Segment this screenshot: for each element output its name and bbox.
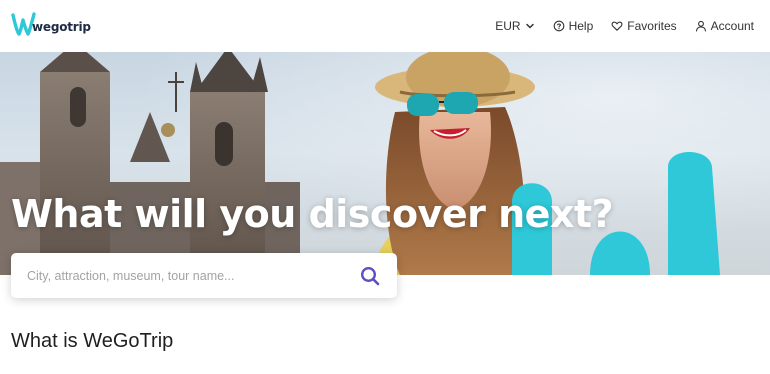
favorites-label: Favorites bbox=[627, 19, 677, 33]
search-box bbox=[11, 253, 397, 298]
header-nav: EUR Help Favorites Account bbox=[495, 0, 754, 52]
help-label: Help bbox=[568, 19, 594, 33]
site-header: wegotrip EUR Help Favorites Account bbox=[0, 0, 770, 52]
wegotrip-logo[interactable]: wegotrip bbox=[10, 10, 91, 40]
search-icon[interactable] bbox=[359, 265, 381, 287]
user-icon bbox=[695, 20, 706, 32]
account-link[interactable]: Account bbox=[695, 19, 754, 33]
currency-label: EUR bbox=[495, 19, 521, 33]
account-label: Account bbox=[710, 19, 754, 33]
logo-text: wegotrip bbox=[32, 20, 91, 34]
church-towers bbox=[0, 52, 300, 275]
hero-title: What will you discover next? bbox=[11, 192, 614, 236]
heart-icon bbox=[611, 21, 623, 31]
favorites-link[interactable]: Favorites bbox=[611, 19, 677, 33]
section-title: What is WeGoTrip bbox=[11, 330, 174, 352]
chevron-down-icon bbox=[525, 23, 534, 29]
hero-banner: What will you discover next? bbox=[0, 52, 770, 275]
help-link[interactable]: Help bbox=[553, 19, 594, 33]
currency-selector[interactable]: EUR bbox=[495, 19, 534, 33]
search-input[interactable] bbox=[11, 253, 341, 298]
help-circle-icon bbox=[553, 20, 564, 32]
hero-photo bbox=[0, 52, 720, 275]
